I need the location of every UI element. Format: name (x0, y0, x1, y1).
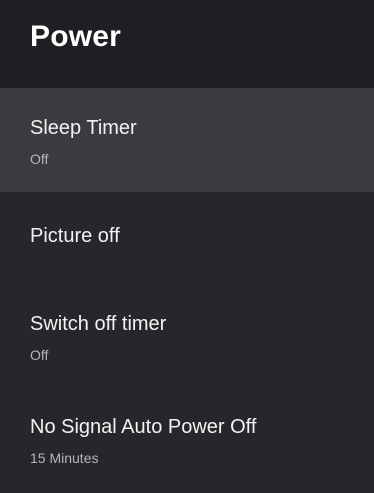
menu-item-value-no-signal-auto-power-off: 15 Minutes (30, 450, 99, 466)
menu-item-sleep-timer[interactable]: Sleep Timer Off (0, 88, 374, 192)
settings-header: Power (0, 0, 374, 88)
menu-item-value-sleep-timer: Off (30, 151, 49, 167)
menu-item-value-switch-off-timer: Off (30, 347, 49, 363)
power-menu: Sleep Timer Off Picture off Switch off t… (0, 88, 374, 493)
power-settings-screen: Power Sleep Timer Off Picture off Switch… (0, 0, 374, 493)
menu-item-label-no-signal-auto-power-off: No Signal Auto Power Off (30, 416, 257, 438)
menu-item-label-picture-off: Picture off (30, 225, 120, 247)
menu-item-label-sleep-timer: Sleep Timer (30, 117, 137, 139)
menu-item-picture-off[interactable]: Picture off (0, 192, 374, 284)
menu-item-label-switch-off-timer: Switch off timer (30, 313, 167, 335)
page-title: Power (30, 20, 122, 53)
menu-item-no-signal-auto-power-off[interactable]: No Signal Auto Power Off 15 Minutes (0, 386, 374, 493)
menu-item-switch-off-timer[interactable]: Switch off timer Off (0, 284, 374, 386)
